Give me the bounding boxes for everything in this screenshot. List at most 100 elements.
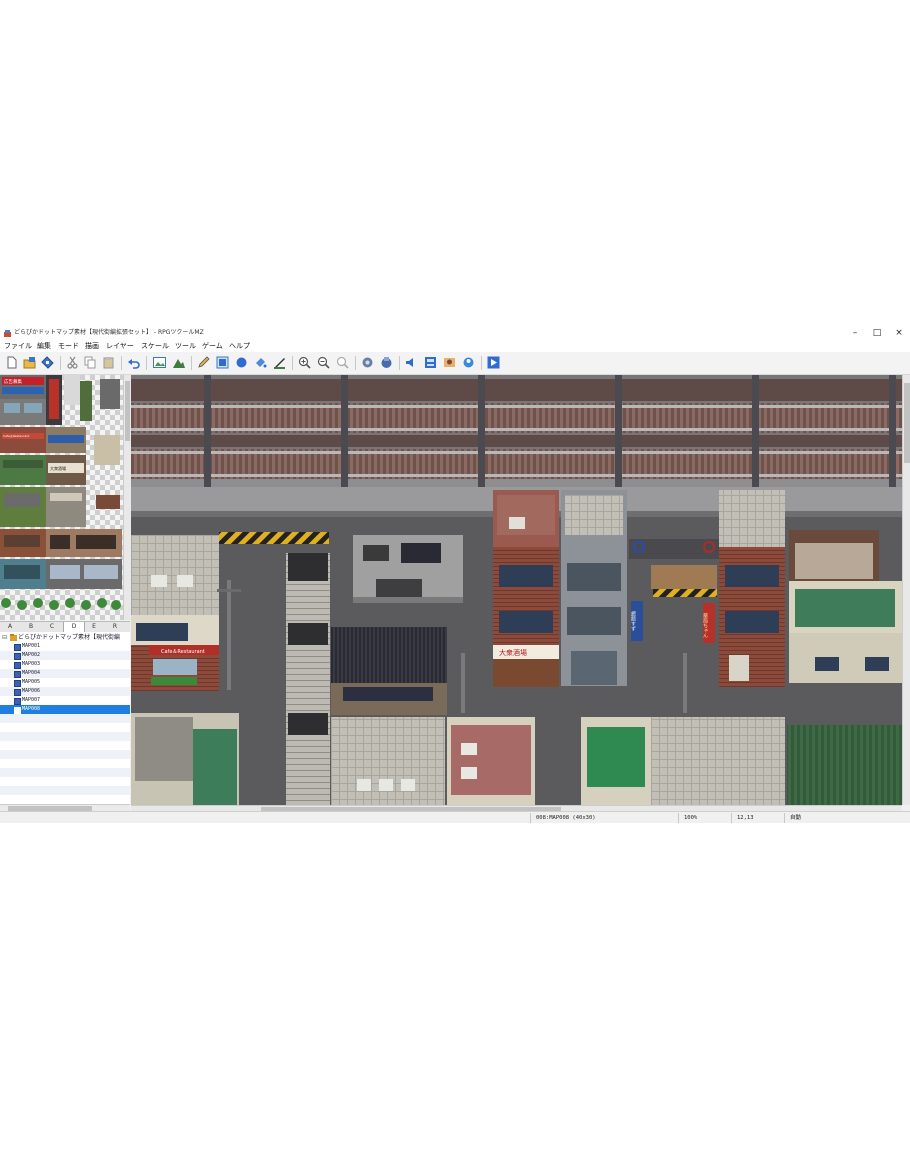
tree-map-item[interactable]: MAP003 <box>0 660 130 669</box>
tree-map-item[interactable]: MAP002 <box>0 651 130 660</box>
close-button[interactable]: × <box>893 328 905 338</box>
tree-root[interactable]: ⊟ どらぴかドットマップ素材【現代街編 <box>0 633 130 642</box>
tree-map-item[interactable]: MAP007 <box>0 696 130 705</box>
cut-icon[interactable] <box>66 356 79 369</box>
status-bar: 008:MAP008 (40x30) 100% 12,13 自動 <box>0 811 910 823</box>
toolbar-separator <box>121 356 122 370</box>
map-icon <box>14 680 21 687</box>
tab-r[interactable]: R <box>105 622 125 632</box>
resource-manager-icon[interactable] <box>462 356 475 369</box>
event-searcher-icon[interactable] <box>424 356 437 369</box>
project-icon <box>10 634 17 641</box>
plugin-manager-icon[interactable] <box>380 356 393 369</box>
ellipse-icon[interactable] <box>235 356 248 369</box>
map-label: MAP005 <box>22 679 41 685</box>
map-label: MAP007 <box>22 697 41 703</box>
event-mode-icon[interactable] <box>172 356 185 369</box>
toolbar-separator <box>146 356 147 370</box>
menu-scale[interactable]: スケール <box>141 342 169 351</box>
tileset-image[interactable]: 広告募集 Cafe＆Restaurant 大衆酒場 <box>0 375 123 620</box>
tab-e[interactable]: E <box>84 622 104 632</box>
open-project-icon[interactable] <box>23 356 36 369</box>
status-divider <box>784 813 785 823</box>
status-divider <box>530 813 531 823</box>
paste-icon[interactable] <box>102 356 115 369</box>
map-label: MAP003 <box>22 661 41 667</box>
collapse-icon[interactable]: ⊟ <box>2 633 7 642</box>
pencil-icon[interactable] <box>197 356 210 369</box>
tree-map-item[interactable]: MAP001 <box>0 642 130 651</box>
zoom-in-icon[interactable] <box>298 356 311 369</box>
sound-test-icon[interactable] <box>405 356 418 369</box>
map-icon <box>14 689 21 696</box>
tree-empty-row <box>0 732 130 741</box>
menu-mode[interactable]: モード <box>58 342 79 351</box>
map-view[interactable]: Cafe＆Restaurant 大衆酒場 旅館すず 薬局ちゃん <box>131 375 902 805</box>
tree-map-item[interactable]: MAP004 <box>0 669 130 678</box>
playtest-icon[interactable] <box>487 356 500 369</box>
tree-map-item[interactable]: MAP005 <box>0 678 130 687</box>
project-label: どらぴかドットマップ素材【現代街編 <box>18 634 121 641</box>
window-title: どらぴかドットマップ素材【現代街編拡張セット】 - RPGツクールMZ <box>14 329 204 336</box>
map-icon <box>14 671 21 678</box>
palette-scrollbar-thumb[interactable] <box>125 381 130 441</box>
status-zoom: 100% <box>684 815 698 821</box>
copy-icon[interactable] <box>84 356 97 369</box>
menu-game[interactable]: ゲーム <box>202 342 223 351</box>
map-icon <box>14 698 21 705</box>
map-label: MAP002 <box>22 652 41 658</box>
tree-empty-row <box>0 768 130 777</box>
rectangle-icon[interactable] <box>216 356 229 369</box>
database-icon[interactable] <box>361 356 374 369</box>
map-vscroll-thumb[interactable] <box>904 383 910 463</box>
palette-sign-izakaya: 大衆酒場 <box>50 465 66 471</box>
menu-layer[interactable]: レイヤー <box>106 342 134 351</box>
map-label: MAP008 <box>22 706 41 712</box>
map-label: MAP001 <box>22 643 41 649</box>
maximize-button[interactable]: □ <box>871 328 883 338</box>
tree-map-item[interactable]: MAP006 <box>0 687 130 696</box>
menu-help[interactable]: ヘルプ <box>229 342 250 351</box>
map-mode-icon[interactable] <box>153 356 166 369</box>
toolbar-separator <box>399 356 400 370</box>
toolbar-separator <box>60 356 61 370</box>
app-icon <box>4 330 11 337</box>
tab-b[interactable]: B <box>21 622 41 632</box>
menu-edit[interactable]: 編集 <box>37 342 51 351</box>
toolbar-separator <box>191 356 192 370</box>
minimize-button[interactable]: – <box>849 328 861 338</box>
shadow-pen-icon[interactable] <box>273 356 286 369</box>
map-icon <box>14 644 21 651</box>
map-vertical-scrollbar[interactable] <box>902 375 910 805</box>
tree-empty-row <box>0 750 130 759</box>
tree-map-item-selected[interactable]: MAP008 <box>0 705 130 714</box>
tileset-palette[interactable]: 広告募集 Cafe＆Restaurant 大衆酒場 <box>0 375 123 620</box>
toolbar-separator <box>481 356 482 370</box>
character-generator-icon[interactable] <box>443 356 456 369</box>
menu-file[interactable]: ファイル <box>4 342 32 351</box>
map-tree: ⊟ どらぴかドットマップ素材【現代街編 MAP001 MAP002 MAP003… <box>0 632 130 804</box>
undo-icon[interactable] <box>127 356 140 369</box>
map-sign-izakaya: 大衆酒場 <box>499 648 527 657</box>
map-sign-vertical-red: 薬局ちゃん <box>702 612 708 638</box>
map-label: MAP006 <box>22 688 41 694</box>
map-label: MAP004 <box>22 670 41 676</box>
tree-empty-row <box>0 714 130 723</box>
menu-draw[interactable]: 描画 <box>85 342 99 351</box>
zoom-out-icon[interactable] <box>317 356 330 369</box>
tab-a[interactable]: A <box>0 622 20 632</box>
map-canvas[interactable]: Cafe＆Restaurant 大衆酒場 旅館すず 薬局ちゃん <box>131 375 902 805</box>
toolbar <box>0 352 910 375</box>
flood-fill-icon[interactable] <box>254 356 267 369</box>
status-divider <box>731 813 732 823</box>
menu-tools[interactable]: ツール <box>175 342 196 351</box>
new-project-icon[interactable] <box>5 356 18 369</box>
palette-scrollbar[interactable] <box>123 375 131 620</box>
toolbar-separator <box>292 356 293 370</box>
save-project-icon[interactable] <box>41 356 54 369</box>
map-icon <box>14 662 21 669</box>
actual-size-icon[interactable] <box>336 356 349 369</box>
tab-c[interactable]: C <box>42 622 62 632</box>
tab-d[interactable]: D <box>63 622 85 632</box>
status-map-info: 008:MAP008 (40x30) <box>536 815 596 821</box>
